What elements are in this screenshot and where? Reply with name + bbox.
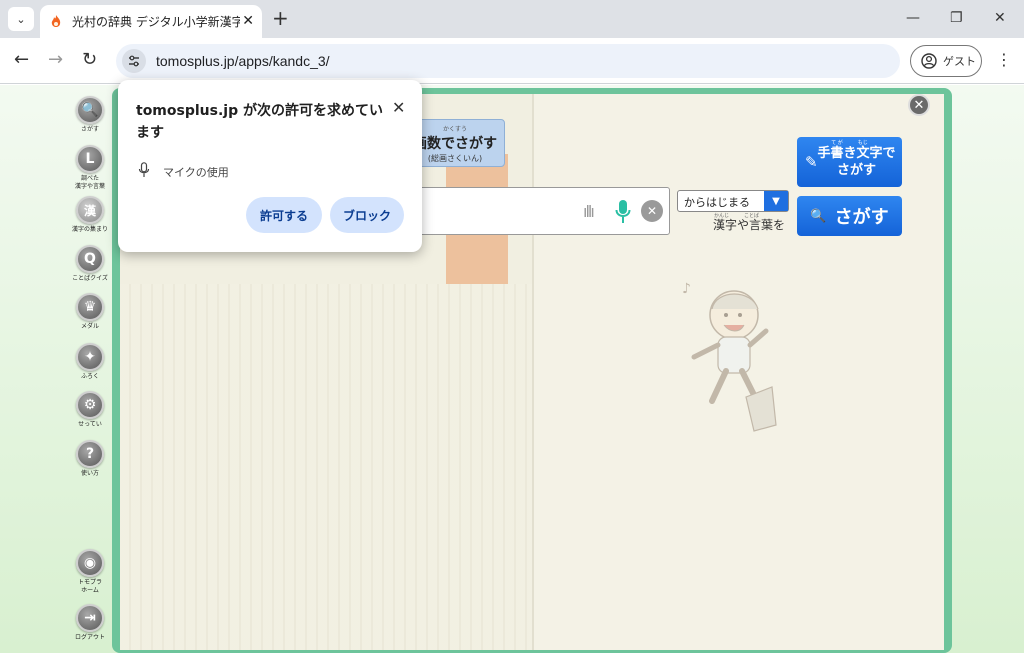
nav-quiz[interactable]: Q ことばクイズ	[66, 245, 114, 283]
nav-extras-label: ふろく	[80, 373, 99, 380]
nav-search[interactable]: 🔍 さがす	[66, 96, 114, 134]
svg-text:♪: ♪	[682, 281, 691, 297]
search-input[interactable]: ıllı ✕	[410, 187, 670, 235]
profile-label: ゲスト	[943, 55, 976, 68]
mascot-illustration: ♪	[682, 281, 777, 432]
voice-wave-icon: ıllı	[583, 202, 595, 221]
medal-icon: ♛	[76, 293, 104, 321]
tab-strip: ⌄ 光村の辞典 デジタル小学新漢字辞典 ✕ + — ❐ ✕	[0, 0, 1024, 38]
quiz-icon: Q	[76, 245, 104, 273]
reload-button[interactable]: ↻	[82, 50, 97, 70]
nav-extras[interactable]: ✦ ふろく	[66, 343, 114, 381]
allow-button[interactable]: 許可する	[246, 197, 322, 233]
nav-logout[interactable]: ⇥ ログアウト	[66, 604, 114, 642]
nav-kanji-groups[interactable]: 漢 漢字の集まり	[66, 196, 114, 234]
nav-help-label: 使い方	[80, 470, 99, 477]
gift-box-icon: ✦	[76, 343, 104, 371]
nav-medal-label: メダル	[80, 323, 99, 330]
url-text: tomosplus.jp/apps/kandc_3/	[156, 53, 330, 69]
chevron-down-icon: ⌄	[16, 12, 26, 26]
nav-history-label: 調べた 漢字や言葉	[74, 175, 105, 190]
address-bar[interactable]: tomosplus.jp/apps/kandc_3/	[116, 44, 900, 78]
minimize-button[interactable]: —	[906, 10, 920, 26]
search-icon: 🔍	[810, 208, 827, 224]
permission-title: tomosplus.jp が次の許可を求めています	[136, 103, 383, 141]
restore-button[interactable]: ❐	[950, 10, 963, 26]
nav-help[interactable]: ? 使い方	[66, 440, 114, 478]
block-button[interactable]: ブロック	[330, 197, 404, 233]
history-icon: L	[76, 145, 104, 173]
site-info-button[interactable]	[122, 49, 146, 73]
tab-title: 光村の辞典 デジタル小学新漢字辞典	[72, 15, 240, 29]
match-mode-select[interactable]: からはじまる ▼	[677, 190, 789, 212]
active-tab[interactable]: 光村の辞典 デジタル小学新漢字辞典 ✕	[40, 5, 262, 38]
search-button-label: さがす	[834, 207, 889, 228]
gear-icon: ⚙	[76, 391, 104, 419]
permission-item-label: マイクの使用	[163, 166, 229, 179]
account-icon	[921, 53, 937, 69]
profile-button[interactable]: ゲスト	[910, 45, 982, 77]
flame-favicon-icon	[51, 14, 61, 27]
nav-search-label: さがす	[80, 126, 99, 133]
handwriting-search-button[interactable]: ✎ て が もじ 手書き文字で さがす	[797, 137, 902, 187]
pencil-icon: ✎	[805, 153, 818, 171]
browser-toolbar: ← → ↻ tomosplus.jp/apps/kandc_3/ ゲスト ⋮	[0, 38, 1024, 84]
nav-logout-label: ログアウト	[74, 634, 105, 641]
permission-popup: tomosplus.jp が次の許可を求めています ✕ マイクの使用 許可する …	[118, 80, 422, 252]
tab-close-icon[interactable]: ✕	[242, 13, 254, 29]
nav-medal[interactable]: ♛ メダル	[66, 293, 114, 331]
kanji-hint-label: 漢字や言葉を	[713, 218, 786, 232]
nav-kanji-groups-label: 漢字の集まり	[71, 226, 108, 233]
book-close-icon[interactable]: ✕	[908, 94, 930, 116]
side-navigation: 🔍 さがす L 調べた 漢字や言葉 漢 漢字の集まり Q ことばクイズ ♛ メダ…	[66, 85, 114, 653]
tab-search-button[interactable]: ⌄	[8, 7, 34, 31]
nav-tomopla-home[interactable]: ◉ トモプラ ホーム	[66, 549, 114, 595]
nav-quiz-label: ことばクイズ	[72, 275, 108, 282]
new-tab-button[interactable]: +	[272, 8, 289, 28]
nav-tomopla-home-label: トモプラ ホーム	[77, 579, 102, 594]
nav-history[interactable]: L 調べた 漢字や言葉	[66, 145, 114, 191]
window-close-button[interactable]: ✕	[994, 10, 1006, 26]
microphone-icon	[138, 162, 150, 177]
nav-settings-label: せってい	[78, 421, 102, 428]
help-icon: ?	[76, 440, 104, 468]
search-button[interactable]: 🔍 さがす	[797, 196, 902, 236]
forward-button[interactable]: →	[48, 50, 63, 70]
dropdown-arrow-icon: ▼	[764, 191, 788, 211]
microphone-icon[interactable]	[615, 199, 631, 225]
match-mode-value: からはじまる	[684, 196, 750, 209]
kanji-icon: 漢	[76, 196, 104, 224]
tune-icon	[129, 55, 139, 67]
home-flame-icon: ◉	[76, 549, 104, 577]
logout-icon: ⇥	[76, 604, 104, 632]
nav-settings[interactable]: ⚙ せってい	[66, 391, 114, 429]
clear-search-icon[interactable]: ✕	[641, 200, 663, 222]
search-icon: 🔍	[76, 96, 104, 124]
browser-menu-icon[interactable]: ⋮	[996, 50, 1012, 69]
back-button[interactable]: ←	[14, 50, 29, 70]
permission-close-icon[interactable]: ✕	[392, 98, 405, 117]
